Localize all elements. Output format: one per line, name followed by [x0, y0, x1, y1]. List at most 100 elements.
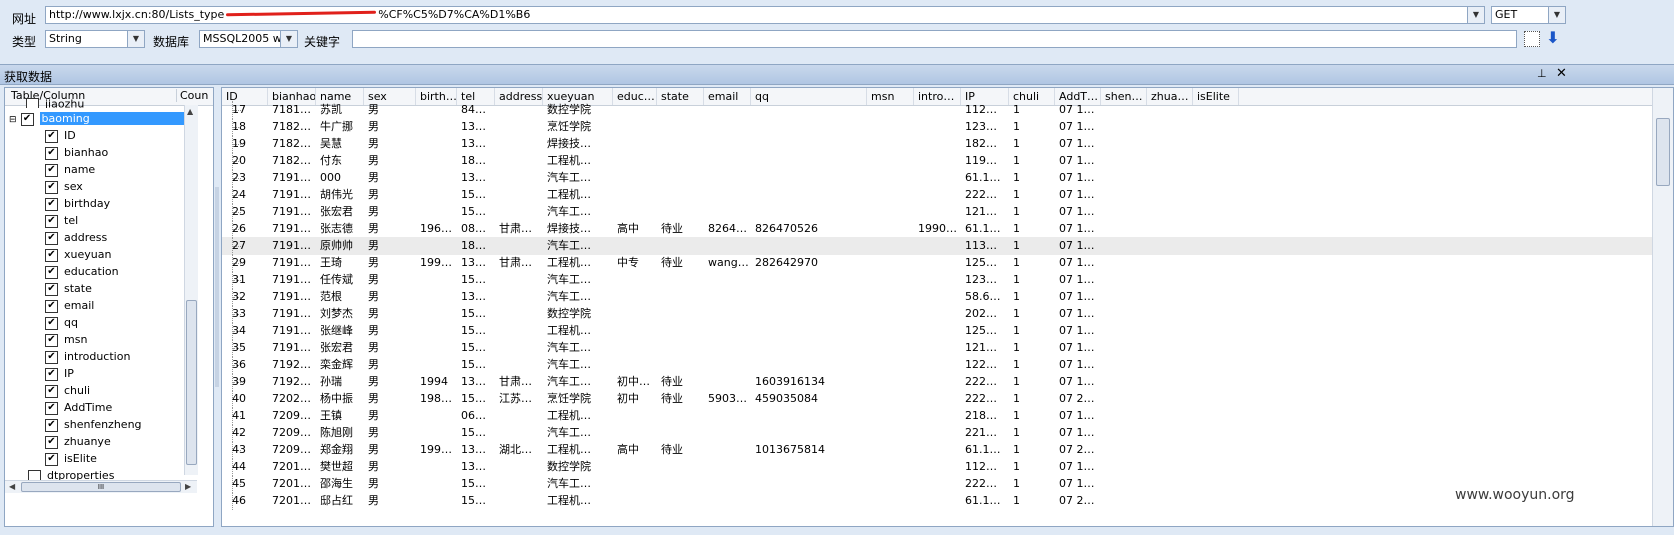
url-input[interactable]: http://www.lxjx.cn:80/Lists_type %CF%C5%D… [45, 6, 1485, 24]
database-dropdown-icon[interactable]: ▼ [280, 31, 297, 47]
table-cell [613, 237, 657, 255]
tree-column-isElite[interactable]: ✔ isElite [45, 450, 97, 468]
checkbox-icon[interactable]: ✔ [45, 197, 58, 211]
tree-column-zhuanye-label: zhuanye [64, 435, 111, 448]
tree-column-msn[interactable]: ✔ msn [45, 331, 87, 349]
table-row[interactable]: 40 7202… 杨中振男 198… 15… 江苏… 烹饪学院 初中 待业 5903… 459035… [222, 390, 1652, 408]
checkbox-icon[interactable]: ✔ [45, 452, 58, 466]
table-cell: 刘梦杰 [320, 307, 353, 320]
tree-column-qq[interactable]: ✔ qq [45, 314, 78, 332]
checkbox-icon[interactable]: ✔ [45, 299, 58, 313]
tree-column-chuli[interactable]: ✔ chuli [45, 382, 90, 400]
table-row[interactable]: 45 7201… 邵海生男 15… 汽车工… 222… 1 07 1… [222, 475, 1652, 493]
tree-table-top[interactable]: jiaozhu [26, 98, 84, 108]
checkbox-icon[interactable]: ✔ [45, 401, 58, 415]
pin-icon[interactable]: ⊥ [1537, 67, 1547, 80]
table-row[interactable]: 31 7191… 任传斌男 15… 汽车工… 123… 1 07 1… [222, 271, 1652, 289]
table-row[interactable]: 34 7191… 张继峰男 15… 工程机… 125… 1 07 1… [222, 322, 1652, 340]
tree-column-bianhao[interactable]: ✔ bianhao [45, 144, 108, 162]
tree-column-xueyuan[interactable]: ✔ xueyuan [45, 246, 111, 264]
tree-column-IP[interactable]: ✔ IP [45, 365, 74, 383]
tree-column-email[interactable]: ✔ email [45, 297, 94, 315]
tree-column-zhuanye[interactable]: ✔ zhuanye [45, 433, 111, 451]
tree-scroll-thumb[interactable] [186, 300, 197, 465]
tree-column-education[interactable]: ✔ education [45, 263, 119, 281]
scroll-left-icon[interactable]: ◀ [9, 482, 15, 491]
checkbox-icon[interactable]: ✔ [45, 146, 58, 160]
method-select[interactable]: GET ▼ [1491, 6, 1566, 24]
table-row[interactable]: 46 7201… 邸占红男 15… 工程机… 61.1… 1 07 2… [222, 492, 1652, 510]
tree-table-baoming[interactable]: ⊟ ✔ baoming [9, 110, 190, 128]
table-row[interactable]: 35 7191… 张宏君男 15… 汽车工… 121… 1 07 1… [222, 339, 1652, 357]
checkbox-icon[interactable]: ✔ [45, 129, 58, 143]
checkbox-icon[interactable]: ✔ [45, 435, 58, 449]
table-row[interactable]: 27 7191… 原帅帅男 18… 汽车工… 113… 1 07 1… [222, 237, 1652, 255]
table-row[interactable]: 23 7191… 000 男 13… 汽车工… 61.1… 1 07 1… [222, 169, 1652, 187]
close-icon[interactable]: ✕ [1556, 66, 1567, 81]
table-column-tree[interactable]: Table/Column Coun jiaozhu ⊟ ✔ baoming ✔ ID ✔ bi… [4, 87, 214, 527]
table-row[interactable]: 42 7209… 陈旭刚男 15… 汽车工… 221… 1 07 1… [222, 424, 1652, 442]
table-row[interactable]: 36 7192… 栾金辉男 15… 汽车工… 122… 1 07 1… [222, 356, 1652, 374]
tree-column-sex[interactable]: ✔ sex [45, 178, 83, 196]
url-dropdown-icon[interactable]: ▼ [1467, 7, 1484, 23]
table-row[interactable]: 32 7191… 范根男 13… 汽车工… 58.6… 1 07 1… [222, 288, 1652, 306]
table-row[interactable]: 25 7191… 张宏君男 15… 汽车工… 121… 1 07 1… [222, 203, 1652, 221]
checkbox-icon[interactable]: ✔ [45, 418, 58, 432]
table-row[interactable]: 18 7182… 牛广挪男 13… 烹饪学院 123… 1 07 1… [222, 118, 1652, 136]
table-cell [867, 339, 914, 357]
grid-view-icon[interactable] [1524, 31, 1540, 47]
database-select[interactable]: MSSQL2005 with l ▼ [199, 30, 298, 48]
table-row[interactable]: 26 7191… 张志德男 196… 08… 甘肃… 焊接技… 高中 待业 8264… 826470… [222, 220, 1652, 238]
tree-column-state[interactable]: ✔ state [45, 280, 92, 298]
table-row[interactable]: 19 7182… 吴慧男 13… 焊接技… 182… 1 07 1… [222, 135, 1652, 153]
keyword-input[interactable] [352, 30, 1517, 48]
table-row[interactable]: 39 7192… 孙瑞男 1994 13… 甘肃… 汽车工… 初中… 待业 1603916134 2… [222, 373, 1652, 391]
checkbox-icon[interactable]: ✔ [45, 384, 58, 398]
tree-column-birthday[interactable]: ✔ birthday [45, 195, 110, 213]
table-row[interactable]: 24 7191… 胡伟光男 15… 工程机… 222… 1 07 1… [222, 186, 1652, 204]
tree-column-AddTime[interactable]: ✔ AddTime [45, 399, 112, 417]
checkbox-icon[interactable]: ✔ [45, 248, 58, 262]
tree-hscroll[interactable]: ◀ III ▶ [5, 480, 197, 493]
type-select[interactable]: String ▼ [45, 30, 145, 48]
tree-column-tel[interactable]: ✔ tel [45, 212, 78, 230]
checkbox-icon[interactable]: ✔ [45, 163, 58, 177]
scroll-right-icon[interactable]: ▶ [185, 482, 191, 491]
tree-column-name[interactable]: ✔ name [45, 161, 95, 179]
grid-vscroll[interactable] [1652, 88, 1673, 526]
table-row[interactable]: 33 7191… 刘梦杰男 15… 数控学院 202… 1 07 1… [222, 305, 1652, 323]
method-dropdown-icon[interactable]: ▼ [1548, 7, 1565, 23]
table-row[interactable]: 43 7209… 郑金翔男 199… 13… 湖北… 工程机… 高中 待业 1013675814 6… [222, 441, 1652, 459]
tree-hscroll-thumb[interactable]: III [21, 482, 181, 492]
table-row[interactable]: 20 7182… 付东男 18… 工程机… 119… 1 07 1… [222, 152, 1652, 170]
checkbox-icon[interactable]: ✔ [45, 231, 58, 245]
type-dropdown-icon[interactable]: ▼ [127, 31, 144, 47]
panel-splitter[interactable] [214, 87, 220, 527]
checkbox-icon[interactable]: ✔ [45, 265, 58, 279]
tree-column-shenfenzheng[interactable]: ✔ shenfenzheng [45, 416, 142, 434]
checkbox-icon[interactable] [26, 98, 39, 108]
checkbox-icon[interactable]: ✔ [45, 214, 58, 228]
table-row[interactable]: 41 7209… 王镇男 06… 工程机… 218… 1 07 1… [222, 407, 1652, 425]
grid-scroll-thumb[interactable] [1656, 118, 1670, 186]
table-cell: 7191… [272, 341, 311, 354]
collapse-icon[interactable]: ⊟ [9, 115, 17, 125]
checkbox-icon[interactable]: ✔ [45, 367, 58, 381]
table-row[interactable]: 29 7191… 王琦男 199… 13… 甘肃… 工程机… 中专 待业 wang… 2826429… [222, 254, 1652, 272]
tree-column-ID[interactable]: ✔ ID [45, 127, 76, 145]
scroll-up-icon[interactable]: ▲ [187, 107, 193, 116]
checkbox-icon[interactable]: ✔ [45, 350, 58, 364]
checkbox-icon[interactable]: ✔ [45, 333, 58, 347]
download-arrow-icon[interactable]: ⬇ [1544, 28, 1562, 48]
table-row[interactable]: 17 7181… 苏凯男 84… 数控学院 112… 1 07 1… [222, 101, 1652, 119]
tree-vscroll[interactable]: ▲ [184, 105, 198, 475]
table-row[interactable]: 44 7201… 樊世超男 13… 数控学院 112… 1 07 1… [222, 458, 1652, 476]
tree-column-address[interactable]: ✔ address [45, 229, 107, 247]
checkbox-icon[interactable]: ✔ [45, 316, 58, 330]
table-cell [1147, 203, 1193, 221]
checkbox-icon[interactable]: ✔ [45, 180, 58, 194]
checkbox-icon[interactable]: ✔ [20, 112, 34, 126]
checkbox-icon[interactable]: ✔ [45, 282, 58, 296]
data-grid[interactable]: ID bianhao name sex birth… tel address xueyuan e… [221, 87, 1674, 527]
tree-column-introduction[interactable]: ✔ introduction [45, 348, 130, 366]
